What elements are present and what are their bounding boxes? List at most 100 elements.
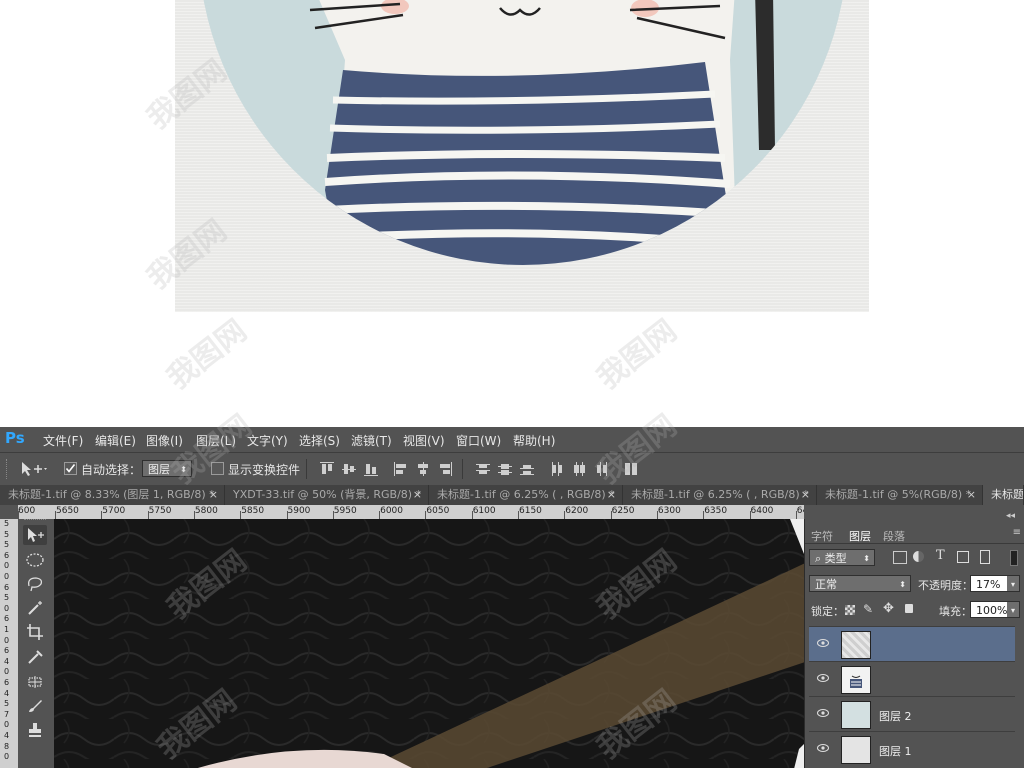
ruler-tick-label: 6200 — [565, 506, 589, 516]
pixel-layer-filter-icon[interactable] — [893, 551, 907, 564]
opacity-input[interactable]: 17% ▾ — [970, 575, 1020, 592]
fill-input[interactable]: 100% ▾ — [970, 601, 1020, 618]
document-canvas[interactable] — [54, 519, 804, 768]
tab-label: 未标题-1.tif @ 6.25% ( , RGB/8) * — [437, 488, 615, 501]
opacity-label: 不透明度： — [918, 579, 973, 592]
brush-tool-icon[interactable] — [23, 696, 47, 716]
eyedropper-tool-icon[interactable] — [23, 646, 47, 666]
clone-stamp-tool-icon[interactable] — [23, 720, 47, 740]
ruler-tick-label: 6050 — [426, 506, 450, 516]
visibility-eye-icon[interactable] — [817, 639, 829, 647]
distribute-top-edges-icon[interactable] — [476, 462, 490, 476]
layer-thumbnail — [841, 631, 871, 659]
menu-edit[interactable]: 编辑(E) — [95, 432, 136, 449]
ruler-tick-label: 6400 — [750, 506, 774, 516]
close-icon[interactable]: × — [413, 485, 422, 504]
distribute-right-edges-icon[interactable] — [594, 462, 608, 476]
document-tab[interactable]: YXDT-33.tif @ 50% (背景, RGB/8) * × — [225, 485, 429, 505]
healing-brush-tool-icon[interactable] — [23, 672, 47, 692]
lock-position-icon[interactable]: ✥ — [883, 601, 894, 616]
distribute-horizontal-centers-icon[interactable] — [572, 462, 586, 476]
auto-select-target-value: 图层 — [148, 463, 170, 476]
visibility-eye-icon[interactable] — [817, 744, 829, 752]
adjustment-layer-filter-icon[interactable] — [913, 551, 924, 562]
ruler-tick — [55, 511, 56, 519]
align-horizontal-centers-icon[interactable] — [416, 462, 430, 476]
grip-handle[interactable] — [6, 459, 9, 479]
shape-layer-filter-icon[interactable] — [957, 551, 969, 563]
menu-help[interactable]: 帮助(H) — [513, 432, 555, 449]
menu-select[interactable]: 选择(S) — [299, 432, 340, 449]
lock-all-icon[interactable] — [905, 604, 913, 613]
smart-object-filter-icon[interactable] — [980, 550, 990, 564]
close-icon[interactable]: × — [967, 485, 976, 504]
layer-row[interactable] — [809, 626, 1015, 661]
document-tab[interactable]: 未标题-1.tif @ 6.25% ( , RGB/8) * × — [429, 485, 623, 505]
layer-row[interactable]: 图层 2 — [809, 696, 1015, 731]
menu-window[interactable]: 窗口(W) — [456, 432, 501, 449]
auto-align-layers-icon[interactable] — [624, 462, 638, 476]
visibility-eye-icon[interactable] — [817, 674, 829, 682]
distribute-bottom-edges-icon[interactable] — [520, 462, 534, 476]
ruler-tick-label: 5 — [4, 540, 10, 550]
auto-select-target-dropdown[interactable]: 图层 ⬍ — [142, 460, 192, 477]
ruler-tick-label: 0 — [4, 572, 10, 581]
align-right-edges-icon[interactable] — [438, 462, 452, 476]
visibility-eye-icon[interactable] — [817, 709, 829, 717]
panel-collapse-icon[interactable]: ◂◂ — [1006, 511, 1015, 521]
fill-label: 填充： — [939, 605, 972, 618]
ruler-tick-label: 5 — [4, 699, 10, 709]
distribute-vertical-centers-icon[interactable] — [498, 462, 512, 476]
align-left-edges-icon[interactable] — [394, 462, 408, 476]
ruler-tick — [147, 511, 149, 519]
lasso-tool-icon[interactable] — [23, 574, 47, 594]
blend-mode-dropdown[interactable]: 正常 ⬍ — [809, 575, 911, 592]
menu-image[interactable]: 图像(I) — [146, 432, 183, 449]
menu-file[interactable]: 文件(F) — [43, 432, 83, 449]
ruler-tick — [286, 511, 288, 519]
menu-type[interactable]: 文字(Y) — [247, 432, 288, 449]
ruler-tick — [193, 511, 195, 519]
layer-filter-dropdown[interactable]: ⌕ 类型 ⬍ — [809, 549, 875, 566]
ruler-tick-label: 4 — [4, 656, 10, 666]
filter-toggle[interactable] — [1010, 550, 1018, 566]
document-tab[interactable]: 未标题-1.tif @ 5%(RGB/8) * × — [817, 485, 983, 505]
auto-select-checkbox[interactable] — [64, 462, 77, 475]
magic-wand-tool-icon[interactable] — [23, 598, 47, 618]
type-layer-filter-icon[interactable]: T — [936, 548, 945, 563]
tab-character[interactable]: 字符 — [811, 528, 833, 544]
chevron-down-icon[interactable]: ▾ — [1007, 576, 1019, 591]
align-bottom-edges-icon[interactable] — [364, 462, 378, 476]
panel-menu-icon[interactable]: ≡ — [1013, 527, 1021, 538]
tab-label: YXDT-33.tif @ 50% (背景, RGB/8) * — [233, 488, 422, 501]
layer-row[interactable] — [809, 661, 1015, 696]
chevron-down-icon[interactable]: ▾ — [1007, 602, 1019, 617]
menu-view[interactable]: 视图(V) — [403, 432, 445, 449]
distribute-left-edges-icon[interactable] — [550, 462, 564, 476]
ruler-tick — [101, 511, 103, 519]
close-icon[interactable]: × — [607, 485, 616, 504]
move-tool-icon[interactable] — [23, 525, 47, 545]
document-tab[interactable]: 未标题-1.tif @ 6.25% ( , RGB/8) * × — [623, 485, 817, 505]
tab-paragraph[interactable]: 段落 — [883, 528, 905, 544]
auto-select-label: 自动选择： — [81, 463, 142, 477]
tab-layers[interactable]: 图层 — [849, 528, 871, 544]
document-tab-active[interactable]: 未标题 — [983, 485, 1024, 505]
document-tab[interactable]: 未标题-1.tif @ 8.33% (图层 1, RGB/8) * × — [0, 485, 225, 505]
photoshop-logo: Ps — [5, 429, 25, 447]
grip-handle[interactable] — [24, 519, 46, 521]
ruler-tick-label: 5800 — [194, 506, 218, 516]
crop-tool-icon[interactable] — [23, 622, 47, 642]
layer-row[interactable]: 图层 1 — [809, 731, 1015, 766]
move-tool-preset-icon[interactable] — [20, 460, 48, 478]
menu-layer[interactable]: 图层(L) — [196, 432, 236, 449]
show-transform-checkbox[interactable] — [211, 462, 224, 475]
align-vertical-centers-icon[interactable] — [342, 462, 356, 476]
menu-filter[interactable]: 滤镜(T) — [351, 432, 392, 449]
align-top-edges-icon[interactable] — [320, 462, 334, 476]
marquee-tool-icon[interactable] — [23, 550, 47, 570]
lock-transparent-pixels-icon[interactable] — [845, 605, 855, 615]
close-icon[interactable]: × — [209, 485, 218, 504]
close-icon[interactable]: × — [801, 485, 810, 504]
lock-image-pixels-icon[interactable]: ✎ — [863, 602, 873, 616]
